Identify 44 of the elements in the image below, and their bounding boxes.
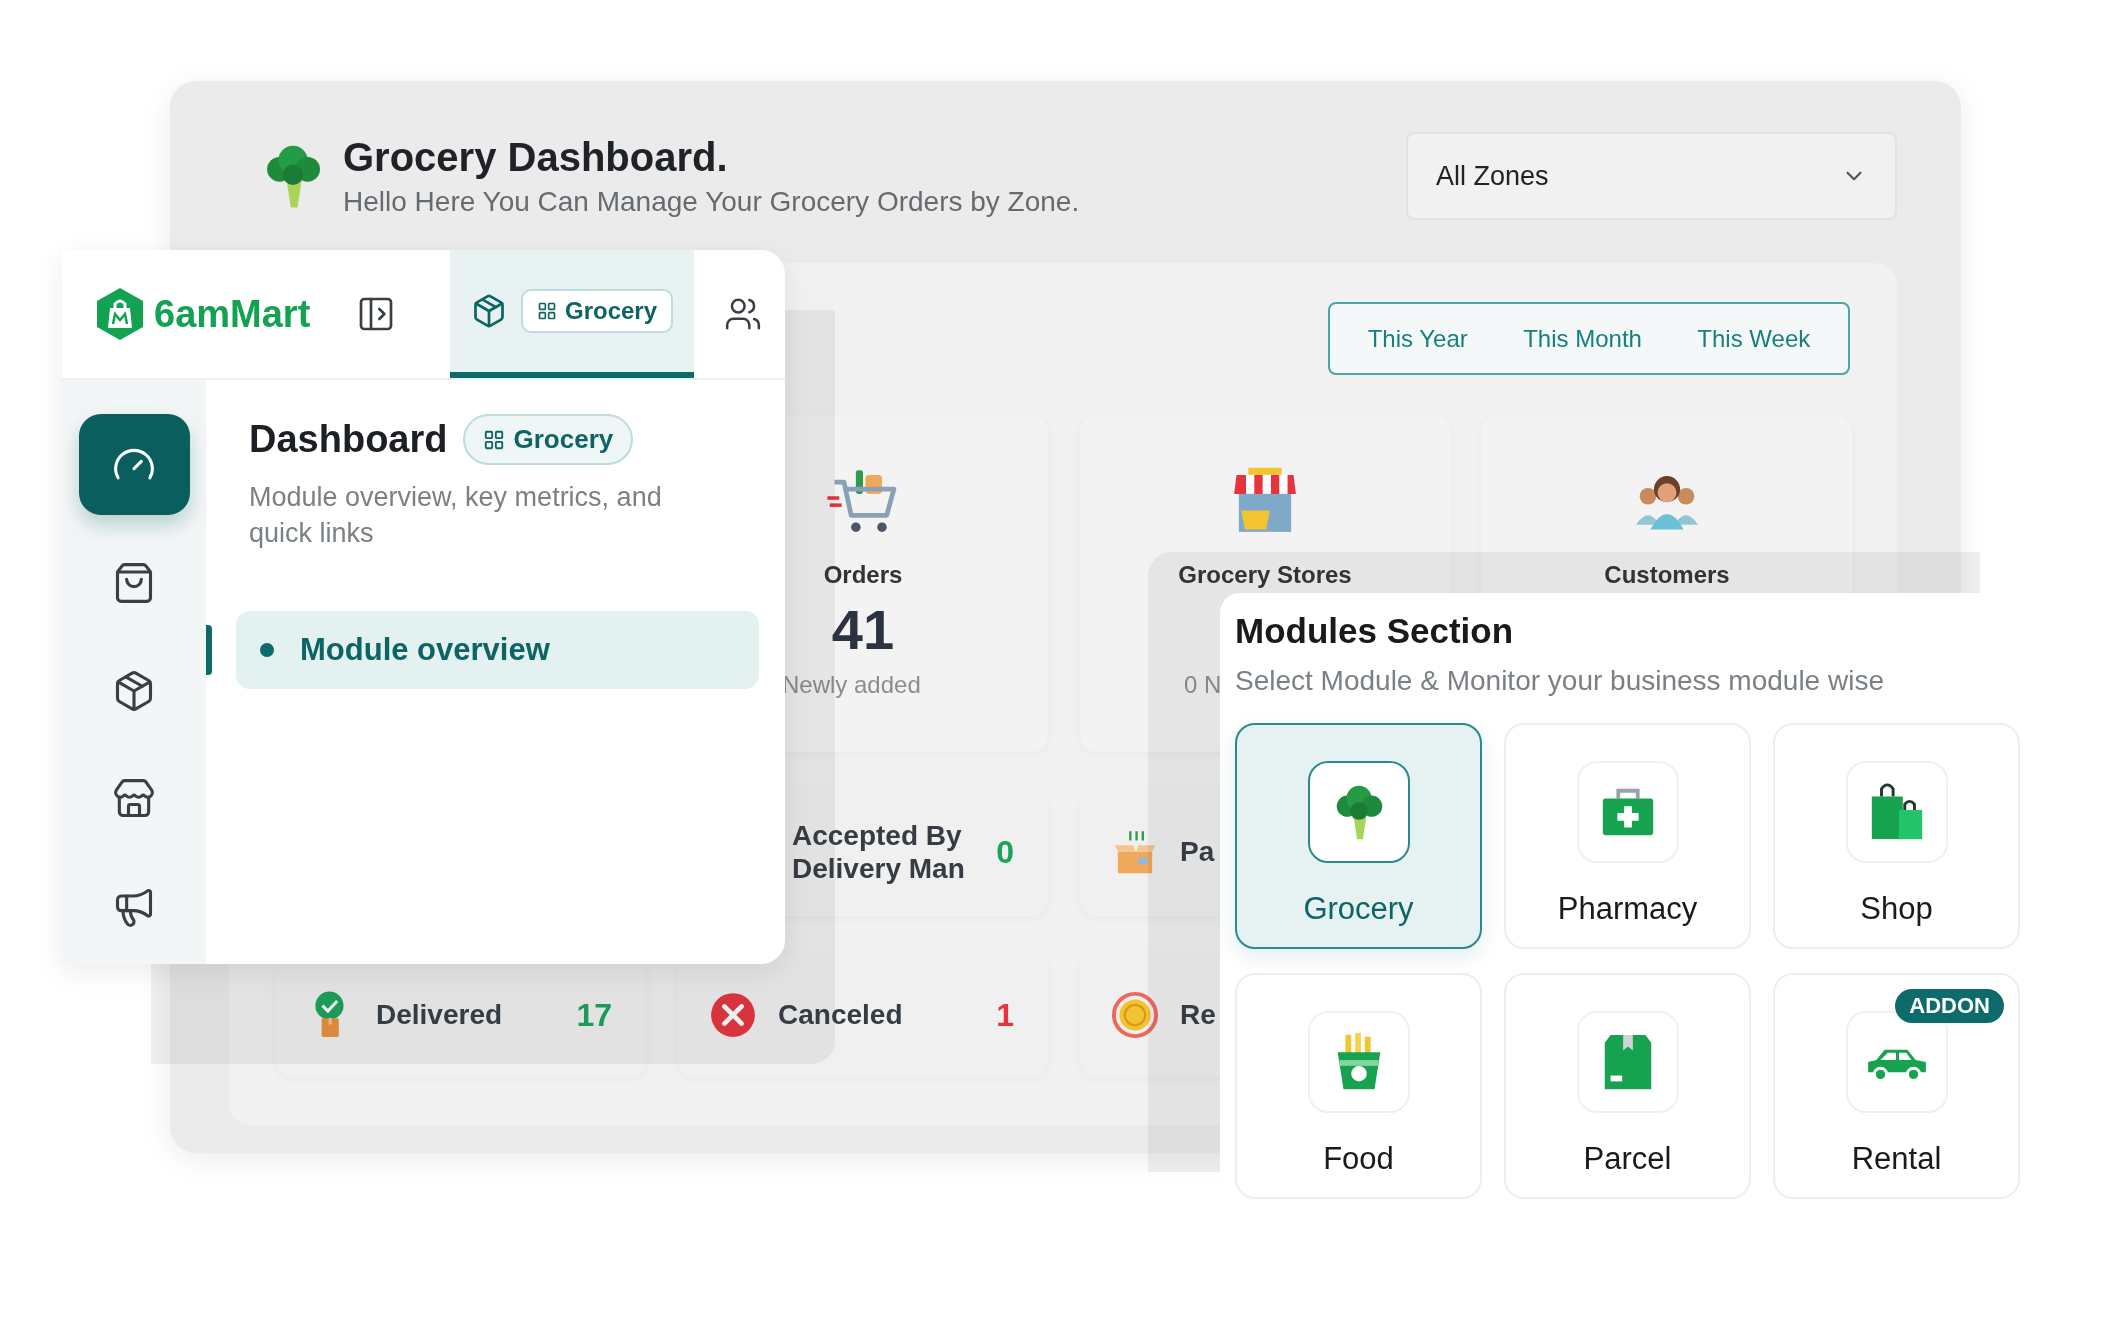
stat-label: Grocery Stores — [1178, 561, 1352, 589]
stat-note: Newly added — [782, 671, 921, 699]
modules-title: Modules Section — [1235, 611, 1515, 651]
grid-icon — [536, 301, 557, 321]
sidebar-button[interactable] — [78, 414, 190, 515]
module-card[interactable]: Pharmacy — [1504, 723, 1751, 949]
dashboard-subtitle: Hello Here You Can Manage Your Grocery Orders by Zone. — [343, 185, 1080, 218]
module-badge: Grocery — [463, 414, 634, 465]
stat-note: 0 N — [1184, 671, 1222, 699]
status-label: Pa — [1180, 836, 1216, 869]
bullet-icon — [260, 643, 274, 657]
module-card[interactable]: Parcel — [1504, 973, 1751, 1199]
period-tab[interactable]: This Year — [1359, 318, 1476, 359]
period-tab[interactable]: This Week — [1689, 318, 1819, 359]
status-label: Accepted By Delivery Man — [792, 820, 966, 885]
addon-badge: ADDON — [1895, 989, 2004, 1023]
logo-icon — [94, 286, 146, 342]
module-card[interactable]: Grocery — [1235, 723, 1482, 949]
active-indicator — [206, 625, 212, 675]
grid-icon — [483, 428, 506, 451]
stat-value: 41 — [831, 597, 895, 663]
module-tab[interactable]: Grocery — [450, 250, 694, 378]
module-card[interactable]: ADDON Rental — [1773, 973, 2020, 1199]
menu-item[interactable]: Module overview — [236, 611, 759, 689]
status-count: 17 — [576, 996, 612, 1034]
period-tab[interactable]: This Month — [1515, 318, 1650, 359]
stat-label: Orders — [823, 561, 903, 589]
status-label: Re — [1180, 998, 1217, 1032]
page-description: Module overview, key metrics, and quick links — [249, 481, 663, 550]
status-label: Canceled — [778, 998, 904, 1032]
modules-subtitle: Select Module & Monitor your business module wise — [1235, 665, 1885, 697]
status-label: Delivered — [376, 998, 504, 1032]
dashboard-title: Grocery Dashboard. — [343, 134, 729, 180]
status-count: 0 — [996, 834, 1014, 871]
coin-icon — [1110, 990, 1160, 1040]
page-title: Dashboard — [249, 418, 448, 461]
status-count: 1 — [996, 996, 1014, 1034]
zone-select[interactable]: All Zones — [1406, 132, 1897, 220]
stat-label: Customers — [1604, 561, 1730, 589]
cancel-icon — [708, 990, 758, 1040]
module-card[interactable]: Food — [1235, 973, 1482, 1199]
module-chip: Grocery — [520, 289, 674, 333]
module-card[interactable]: Shop — [1773, 723, 2020, 949]
brand-name: 6amMart — [154, 292, 311, 336]
